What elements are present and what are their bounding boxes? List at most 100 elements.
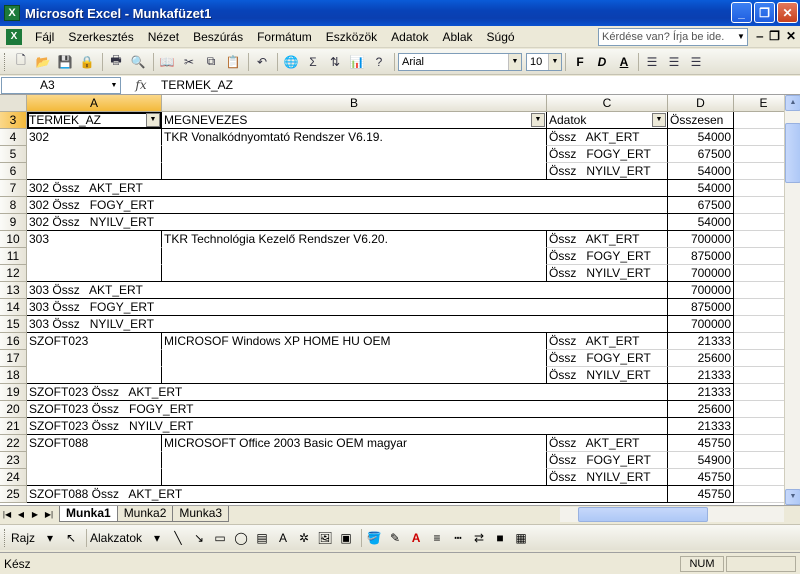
row-header[interactable]: 10 (0, 231, 27, 248)
column-header[interactable]: C (547, 95, 668, 112)
row-header[interactable]: 16 (0, 333, 27, 350)
subtotal-value[interactable]: 700000 (668, 316, 734, 333)
menu-item[interactable]: Formátum (250, 27, 319, 47)
print-icon[interactable]: 🖶 (106, 52, 126, 72)
cell[interactable] (734, 112, 784, 129)
termek-az-cell[interactable] (27, 265, 162, 282)
column-header[interactable]: E (734, 95, 784, 112)
save-icon[interactable]: 💾 (55, 52, 75, 72)
menu-item[interactable]: Beszúrás (186, 27, 250, 47)
termek-az-cell[interactable] (27, 146, 162, 163)
subtotal-label[interactable]: 302 Össz NYILV_ERT (27, 214, 668, 231)
chevron-down-icon[interactable]: ▼ (108, 78, 120, 93)
menu-item[interactable]: Szerkesztés (61, 27, 140, 47)
cell[interactable] (734, 282, 784, 299)
open-icon[interactable]: 📂 (33, 52, 53, 72)
row-header[interactable]: 24 (0, 469, 27, 486)
subtotal-value[interactable]: 875000 (668, 299, 734, 316)
osszesen-cell[interactable]: 54000 (668, 129, 734, 146)
first-sheet-icon[interactable]: |◀ (0, 507, 14, 522)
subtotal-label[interactable]: SZOFT023 Össz AKT_ERT (27, 384, 668, 401)
megnevezes-cell[interactable] (162, 265, 547, 282)
next-sheet-icon[interactable]: ▶ (28, 507, 42, 522)
cell[interactable] (734, 265, 784, 282)
megnevezes-cell[interactable]: TKR Technológia Kezelő Rendszer V6.20. (162, 231, 547, 248)
name-box[interactable]: A3 ▼ (1, 76, 121, 94)
osszesen-cell[interactable]: 21333 (668, 333, 734, 350)
chart-wizard-icon[interactable]: 📊 (347, 52, 367, 72)
column-header[interactable]: D (668, 95, 734, 112)
megnevezes-cell[interactable] (162, 350, 547, 367)
subtotal-value[interactable]: 54000 (668, 214, 734, 231)
row-header[interactable]: 6 (0, 163, 27, 180)
rectangle-icon[interactable]: ▭ (211, 529, 229, 547)
chevron-down-icon[interactable]: ▼ (548, 53, 561, 70)
row-header[interactable]: 3 (0, 112, 27, 129)
vertical-scrollbar[interactable]: ▲ ▼ (784, 95, 800, 505)
adatok-cell[interactable]: Össz FOGY_ERT (547, 248, 668, 265)
clipart-icon[interactable]: 🖼 (316, 529, 334, 547)
select-all-corner[interactable] (0, 95, 27, 112)
megnevezes-cell[interactable] (162, 248, 547, 265)
chevron-down-icon[interactable]: ▾ (41, 529, 59, 547)
osszesen-cell[interactable]: 700000 (668, 231, 734, 248)
subtotal-label[interactable]: SZOFT088 Össz AKT_ERT (27, 486, 668, 503)
sheet-tab[interactable]: Munka1 (59, 506, 118, 522)
cell[interactable] (734, 180, 784, 197)
line-color-icon[interactable]: ✎ (386, 529, 404, 547)
prev-sheet-icon[interactable]: ◀ (14, 507, 28, 522)
row-header[interactable]: 11 (0, 248, 27, 265)
termek-az-cell[interactable]: 302 (27, 129, 162, 146)
align-center-icon[interactable]: ☰ (664, 52, 684, 72)
adatok-cell[interactable]: Össz NYILV_ERT (547, 163, 668, 180)
doc-restore-icon[interactable]: ❐ (769, 29, 780, 43)
help-dropdown-icon[interactable]: ▼ (734, 29, 748, 45)
subtotal-label[interactable]: 303 Össz FOGY_ERT (27, 299, 668, 316)
row-header[interactable]: 15 (0, 316, 27, 333)
cell[interactable] (734, 214, 784, 231)
row-header[interactable]: 25 (0, 486, 27, 503)
autosum-icon[interactable]: Σ (303, 52, 323, 72)
cell[interactable] (734, 384, 784, 401)
oval-icon[interactable]: ◯ (232, 529, 250, 547)
osszesen-cell[interactable]: 67500 (668, 146, 734, 163)
underline-button[interactable]: A (613, 52, 635, 72)
subtotal-label[interactable]: 303 Össz AKT_ERT (27, 282, 668, 299)
horizontal-scrollbar[interactable] (560, 507, 784, 522)
subtotal-value[interactable]: 21333 (668, 418, 734, 435)
scroll-up-icon[interactable]: ▲ (785, 95, 800, 111)
megnevezes-cell[interactable]: MICROSOF Windows XP HOME HU OEM (162, 333, 547, 350)
termek-az-cell[interactable]: 303 (27, 231, 162, 248)
doc-close-icon[interactable]: ✕ (786, 29, 796, 43)
vertical-scroll-thumb[interactable] (785, 123, 800, 183)
termek-az-cell[interactable]: SZOFT088 (27, 435, 162, 452)
cell[interactable] (734, 333, 784, 350)
subtotal-value[interactable]: 25600 (668, 401, 734, 418)
osszesen-cell[interactable]: 54000 (668, 163, 734, 180)
column-header[interactable]: B (162, 95, 547, 112)
subtotal-label[interactable]: SZOFT023 Össz NYILV_ERT (27, 418, 668, 435)
megnevezes-cell[interactable]: MICROSOFT Office 2003 Basic OEM magyar (162, 435, 547, 452)
align-right-icon[interactable]: ☰ (686, 52, 706, 72)
osszesen-cell[interactable]: 45750 (668, 469, 734, 486)
sort-ascending-icon[interactable]: ⇅ (325, 52, 345, 72)
last-sheet-icon[interactable]: ▶| (42, 507, 56, 522)
close-button[interactable]: ✕ (777, 2, 798, 23)
subtotal-label[interactable]: 302 Össz FOGY_ERT (27, 197, 668, 214)
cell[interactable] (734, 231, 784, 248)
minimize-button[interactable]: _ (731, 2, 752, 23)
paste-icon[interactable]: 📋 (223, 52, 243, 72)
line-icon[interactable]: ╲ (169, 529, 187, 547)
row-header[interactable]: 7 (0, 180, 27, 197)
row-header[interactable]: 22 (0, 435, 27, 452)
header-adatok[interactable]: Adatok ▼ (547, 112, 668, 129)
adatok-cell[interactable]: Össz FOGY_ERT (547, 350, 668, 367)
header-megnevezes[interactable]: MEGNEVEZES ▼ (162, 112, 547, 129)
row-header[interactable]: 4 (0, 129, 27, 146)
termek-az-cell[interactable] (27, 452, 162, 469)
cell[interactable] (734, 248, 784, 265)
select-objects-icon[interactable]: ↖ (62, 529, 80, 547)
row-header[interactable]: 14 (0, 299, 27, 316)
cut-icon[interactable]: ✂ (179, 52, 199, 72)
termek-az-cell[interactable] (27, 350, 162, 367)
